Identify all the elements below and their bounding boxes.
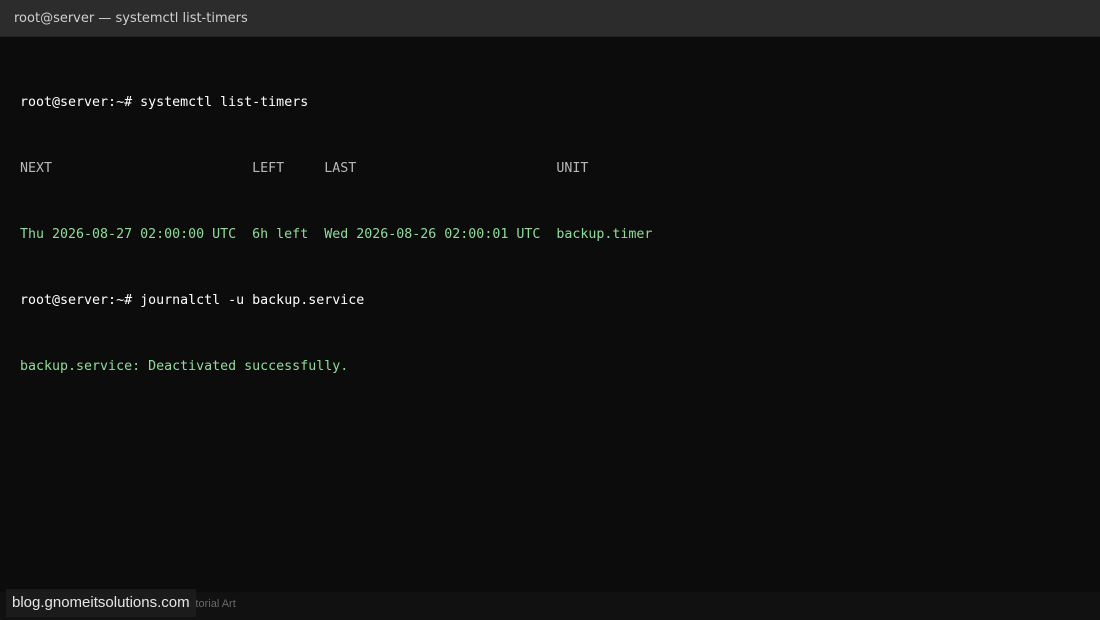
shell-prompt: root@server:~#: [20, 95, 141, 110]
shell-prompt: root@server:~#: [20, 293, 141, 308]
journal-output-line: backup.service: Deactivated successfully…: [20, 359, 349, 374]
terminal-window: root@server — systemctl list-timers root…: [0, 0, 1100, 620]
command-text: systemctl list-timers: [140, 95, 309, 110]
terminal-line-command: root@server:~# journalctl -u backup.serv…: [20, 290, 1080, 312]
terminal-line-command: root@server:~# systemctl list-timers: [20, 92, 1080, 114]
watermark: blog.gnomeitsolutions.com: [6, 589, 196, 617]
title-bar[interactable]: root@server — systemctl list-timers: [0, 0, 1100, 37]
timers-table-row: Thu 2026-08-27 02:00:00 UTC 6h left Wed …: [20, 227, 653, 242]
window-title: root@server — systemctl list-timers: [14, 11, 248, 26]
terminal-output[interactable]: root@server:~# systemctl list-timers NEX…: [20, 48, 1080, 422]
command-text: journalctl -u backup.service: [140, 293, 365, 308]
timers-table-header: NEXT LEFT LAST UNIT: [20, 161, 589, 176]
